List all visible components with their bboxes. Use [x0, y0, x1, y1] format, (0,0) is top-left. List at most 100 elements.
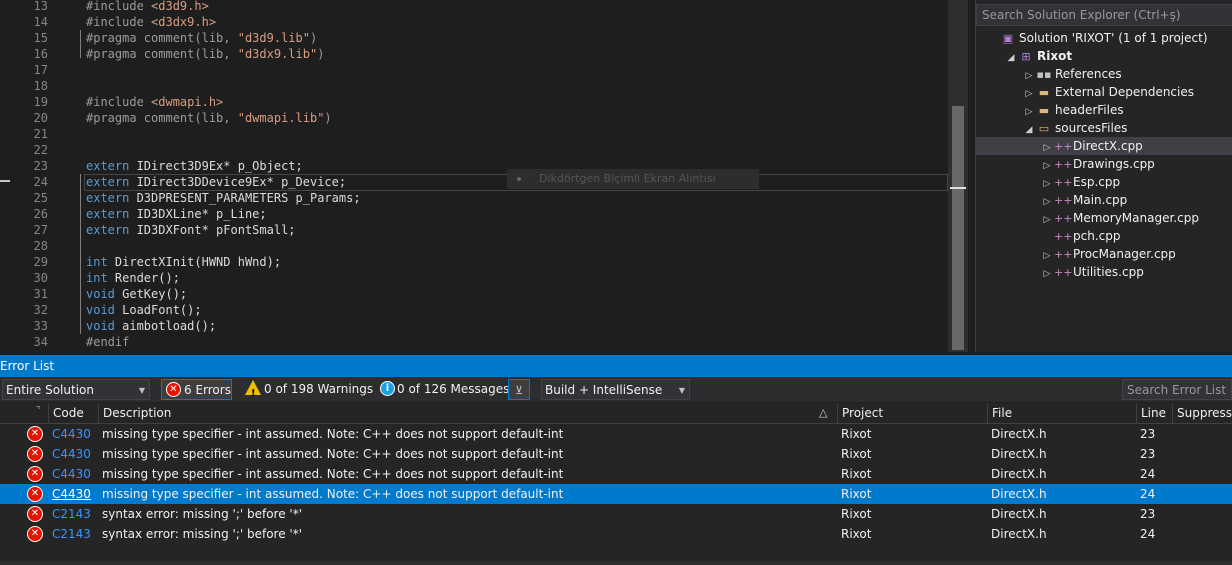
description-column-header[interactable]: Description △ — [98, 403, 837, 423]
code-column-header[interactable]: Code — [48, 403, 98, 423]
error-row[interactable]: ✕ C4430 missing type specifier - int assum… — [0, 424, 1232, 444]
error-row[interactable]: ✕ C4430 missing type specifier - int assum… — [0, 444, 1232, 464]
file-column-header[interactable]: File — [987, 403, 1136, 423]
code-token: #endif — [86, 335, 130, 349]
code-line[interactable]: 22 — [0, 142, 968, 158]
tree-item[interactable]: ▷ ▬ External Dependencies — [976, 83, 1232, 101]
warnings-filter-button[interactable]: ! 0 of 198 Warnings — [242, 379, 373, 400]
code-text[interactable]: extern D3DPRESENT_PARAMETERS p_Params; — [86, 190, 361, 206]
error-code-link[interactable]: C4430 — [52, 424, 91, 444]
error-list-title[interactable]: Error List — [0, 355, 1232, 377]
filter-button[interactable]: ⊻ — [508, 379, 530, 400]
code-token: #pragma comment(lib, — [86, 111, 238, 125]
chevron-down-icon: ▼ — [138, 386, 145, 395]
tree-item[interactable]: ▷ ++Drawings.cpp — [976, 155, 1232, 173]
error-row[interactable]: ✕ C4430 missing type specifier - int assum… — [0, 484, 1232, 504]
tree-item[interactable]: ▷ ▬ headerFiles — [976, 101, 1232, 119]
error-row[interactable]: ✕ C4430 missing type specifier - int assum… — [0, 464, 1232, 484]
error-row[interactable]: ✕ C2143 syntax error: missing ';' before '… — [0, 504, 1232, 524]
code-text[interactable]: #pragma comment(lib, "d3dx9.lib") — [86, 46, 324, 62]
code-line[interactable]: 29 int DirectXInit(HWND hWnd); — [0, 254, 968, 270]
code-text[interactable]: void GetKey(); — [86, 286, 187, 302]
error-description: missing type specifier - int assumed. No… — [102, 447, 564, 461]
messages-filter-button[interactable]: i 0 of 126 Messages — [376, 379, 509, 400]
error-code-link[interactable]: C2143 — [52, 504, 91, 524]
code-line[interactable]: 34 #endif — [0, 334, 968, 350]
code-line[interactable]: 18 — [0, 78, 968, 94]
error-row[interactable]: ✕ C2143 syntax error: missing ';' before '… — [0, 524, 1232, 544]
code-token: <d3d9.h> — [151, 0, 209, 13]
code-line[interactable]: 23 extern IDirect3D9Ex* p_Object; — [0, 158, 968, 174]
code-text[interactable]: #include <d3d9.h> — [86, 0, 209, 14]
code-line[interactable]: 27 extern ID3DXFont* pFontSmall; — [0, 222, 968, 238]
line-column-header[interactable]: Line — [1136, 403, 1172, 423]
solution-search-input[interactable]: Search Solution Explorer (Ctrl+ş) — [976, 4, 1232, 26]
error-code-link[interactable]: C4430 — [52, 444, 91, 464]
code-text[interactable]: #endif — [86, 334, 129, 350]
tree-item[interactable]: ◢ ⊞ Rixot — [976, 47, 1232, 65]
tree-item[interactable]: ◢ ▭ sourcesFiles — [976, 119, 1232, 137]
code-line[interactable]: 21 — [0, 126, 968, 142]
tree-item-label: Solution 'RIXOT' (1 of 1 project) — [1019, 31, 1208, 45]
error-icon: ✕ — [27, 426, 43, 442]
code-text[interactable]: extern ID3DXFont* pFontSmall; — [86, 222, 296, 238]
code-line[interactable]: 15 #pragma comment(lib, "d3d9.lib") — [0, 30, 968, 46]
code-line[interactable]: 24 extern IDirect3DDevice9Ex* p_Device; — [0, 174, 968, 190]
code-line[interactable]: 30 int Render(); — [0, 270, 968, 286]
code-text[interactable]: #pragma comment(lib, "d3d9.lib") — [86, 30, 317, 46]
error-code-link[interactable]: C4430 — [52, 484, 91, 504]
line-number: 34 — [33, 335, 48, 349]
code-line[interactable]: 32 void LoadFont(); — [0, 302, 968, 318]
build-filter-dropdown[interactable]: Build + IntelliSense ▼ — [541, 379, 690, 400]
code-text[interactable]: extern IDirect3D9Ex* p_Object; — [86, 158, 303, 174]
code-line[interactable]: 14 #include <d3dx9.h> — [0, 14, 968, 30]
code-text[interactable]: int Render(); — [86, 270, 180, 286]
code-editor[interactable]: 13 #include <d3d9.h> 14 #include <d3dx9.h> 1… — [0, 0, 968, 352]
code-token: #include — [86, 0, 152, 13]
code-line[interactable]: 20 #pragma comment(lib, "dwmapi.lib") — [0, 110, 968, 126]
tree-item[interactable]: ▣ Solution 'RIXOT' (1 of 1 project) — [976, 29, 1232, 47]
errors-filter-button[interactable]: ✕ 6 Errors — [161, 379, 232, 400]
line-number: 31 — [33, 287, 48, 301]
code-text[interactable]: #pragma comment(lib, "dwmapi.lib") — [86, 110, 332, 126]
code-text[interactable]: extern ID3DXLine* p_Line; — [86, 206, 267, 222]
code-text[interactable]: extern IDirect3DDevice9Ex* p_Device; — [86, 174, 346, 190]
tree-item[interactable]: ▷ ++ProcManager.cpp — [976, 245, 1232, 263]
code-token: <dwmapi.h> — [151, 95, 224, 109]
tree-item[interactable]: ▷ ++Utilities.cpp — [976, 263, 1232, 281]
code-line[interactable]: 33 void aimbotload(); — [0, 318, 968, 334]
code-line[interactable]: 16 #pragma comment(lib, "d3dx9.lib") — [0, 46, 968, 62]
code-text[interactable]: int DirectXInit(HWND hWnd); — [86, 254, 281, 270]
tree-item[interactable]: ▷ ▪▪ References — [976, 65, 1232, 83]
code-line[interactable]: 31 void GetKey(); — [0, 286, 968, 302]
code-line[interactable]: 28 — [0, 238, 968, 254]
tree-item[interactable]: ▷ ++Main.cpp — [976, 191, 1232, 209]
scope-dropdown[interactable]: Entire Solution ▼ — [2, 379, 150, 400]
code-text[interactable]: #include <d3dx9.h> — [86, 14, 216, 30]
error-code-link[interactable]: C2143 — [52, 524, 91, 544]
tree-item[interactable]: ▷ ++DirectX.cpp — [976, 137, 1232, 155]
code-line[interactable]: 25 extern D3DPRESENT_PARAMETERS p_Params; — [0, 190, 968, 206]
editor-scroll-thumb[interactable] — [952, 106, 964, 350]
icon-column-header[interactable]: ⌝ — [0, 403, 48, 423]
error-icon: ✕ — [27, 506, 43, 522]
error-icon: ✕ — [27, 446, 43, 462]
code-text[interactable]: void LoadFont(); — [86, 302, 202, 318]
error-code-link[interactable]: C4430 — [52, 464, 91, 484]
tree-item[interactable]: ▷ ++MemoryManager.cpp — [976, 209, 1232, 227]
code-line[interactable]: 19 #include <dwmapi.h> — [0, 94, 968, 110]
chevron-down-icon: ▼ — [678, 386, 685, 395]
suppression-column-header[interactable]: Suppressio — [1172, 403, 1232, 423]
collapsed-arrow-icon[interactable]: ▷ — [1040, 265, 1054, 283]
project-column-header[interactable]: Project — [837, 403, 987, 423]
code-line[interactable]: 17 — [0, 62, 968, 78]
code-text[interactable]: void aimbotload(); — [86, 318, 216, 334]
code-line[interactable]: 26 extern ID3DXLine* p_Line; — [0, 206, 968, 222]
line-number: 16 — [33, 47, 48, 61]
tree-item[interactable]: ++pch.cpp — [976, 227, 1232, 245]
code-line[interactable]: 13 #include <d3d9.h> — [0, 0, 968, 14]
tree-item-label: Esp.cpp — [1073, 175, 1121, 189]
error-list-search-input[interactable]: Search Error List — [1122, 379, 1232, 400]
code-text[interactable]: #include <dwmapi.h> — [86, 94, 223, 110]
tree-item[interactable]: ▷ ++Esp.cpp — [976, 173, 1232, 191]
